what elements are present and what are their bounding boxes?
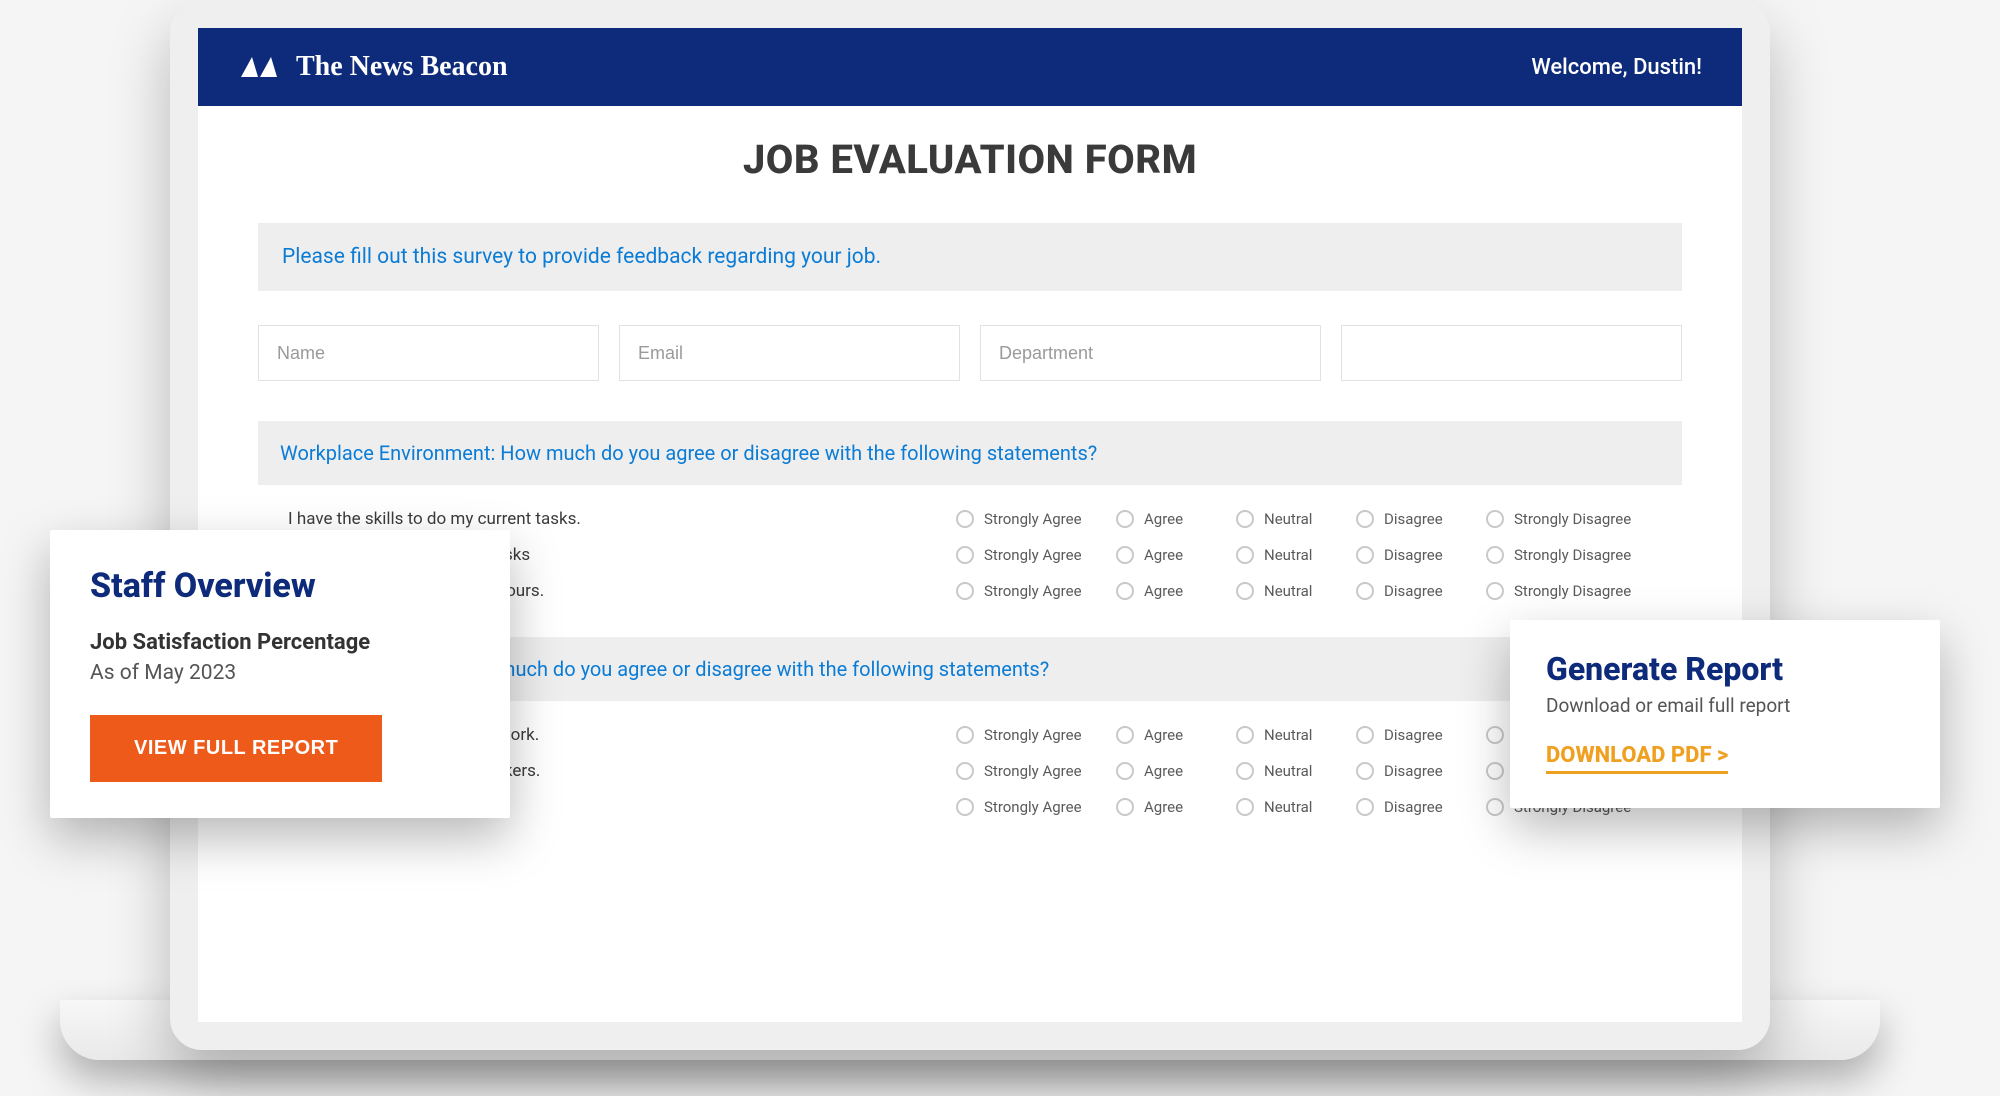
radio-option[interactable]: Strongly Agree (956, 546, 1116, 564)
staff-overview-title: Staff Overview (90, 566, 470, 606)
radio-icon (1236, 726, 1254, 744)
radio-option[interactable]: Strongly Disagree (1486, 582, 1676, 600)
radio-icon (956, 582, 974, 600)
radio-option[interactable]: Neutral (1236, 510, 1356, 528)
staff-overview-asof: As of May 2023 (90, 661, 470, 685)
generate-report-subtitle: Download or email full report (1546, 694, 1904, 717)
radio-option[interactable]: Neutral (1236, 582, 1356, 600)
radio-option[interactable]: Agree (1116, 546, 1236, 564)
section1-statement: I have the skills to do my current tasks… (288, 509, 956, 529)
radio-option[interactable]: Strongly Agree (956, 726, 1116, 744)
page-title: JOB EVALUATION FORM (258, 136, 1682, 183)
radio-icon (1356, 510, 1374, 528)
radio-icon (1116, 510, 1134, 528)
radio-option[interactable]: Disagree (1356, 510, 1486, 528)
radio-icon (1356, 726, 1374, 744)
radio-icon (1356, 798, 1374, 816)
radio-icon (1236, 546, 1254, 564)
radio-icon (1236, 510, 1254, 528)
radio-option[interactable]: Strongly Agree (956, 762, 1116, 780)
name-input[interactable] (258, 325, 599, 381)
radio-icon (1486, 726, 1504, 744)
radio-icon (1486, 546, 1504, 564)
generate-report-title: Generate Report (1546, 650, 1904, 688)
staff-overview-subtitle: Job Satisfaction Percentage (90, 630, 470, 655)
radio-icon (1236, 798, 1254, 816)
radio-icon (1116, 762, 1134, 780)
download-pdf-link[interactable]: DOWNLOAD PDF > (1546, 743, 1728, 774)
radio-icon (1486, 798, 1504, 816)
radio-option[interactable]: Neutral (1236, 726, 1356, 744)
radio-icon (1116, 798, 1134, 816)
radio-icon (956, 726, 974, 744)
view-full-report-button[interactable]: VIEW FULL REPORT (90, 715, 382, 782)
radio-icon (1486, 510, 1504, 528)
radio-icon (1236, 582, 1254, 600)
input-row (258, 325, 1682, 381)
section1-header: Workplace Environment: How much do you a… (258, 421, 1682, 485)
brand: The News Beacon (238, 51, 508, 83)
radio-icon (956, 546, 974, 564)
radio-icon (1236, 762, 1254, 780)
radio-option[interactable]: Strongly Disagree (1486, 546, 1676, 564)
radio-option[interactable]: Agree (1116, 726, 1236, 744)
radio-icon (956, 798, 974, 816)
radio-option[interactable]: Strongly Agree (956, 798, 1116, 816)
radio-icon (1486, 762, 1504, 780)
email-input[interactable] (619, 325, 960, 381)
brand-name: The News Beacon (296, 51, 508, 83)
brand-logo-icon (238, 52, 282, 82)
radio-option[interactable]: Neutral (1236, 546, 1356, 564)
radio-icon (1116, 582, 1134, 600)
generate-report-card: Generate Report Download or email full r… (1510, 620, 1940, 808)
radio-option[interactable]: Strongly Agree (956, 510, 1116, 528)
radio-icon (1356, 546, 1374, 564)
radio-option[interactable]: Neutral (1236, 762, 1356, 780)
radio-option[interactable]: Agree (1116, 798, 1236, 816)
radio-option[interactable]: Disagree (1356, 726, 1486, 744)
radio-option[interactable]: Neutral (1236, 798, 1356, 816)
radio-option[interactable]: Agree (1116, 762, 1236, 780)
laptop-frame: The News Beacon Welcome, Dustin! JOB EVA… (170, 0, 1770, 1050)
radio-icon (956, 510, 974, 528)
radio-option[interactable]: Disagree (1356, 798, 1486, 816)
radio-option[interactable]: Disagree (1356, 582, 1486, 600)
radio-option[interactable]: Agree (1116, 582, 1236, 600)
extra-input[interactable] (1341, 325, 1682, 381)
app-screen: The News Beacon Welcome, Dustin! JOB EVA… (198, 28, 1742, 1022)
radio-icon (956, 762, 974, 780)
department-input[interactable] (980, 325, 1321, 381)
intro-banner: Please fill out this survey to provide f… (258, 223, 1682, 291)
radio-option[interactable]: Disagree (1356, 762, 1486, 780)
radio-option[interactable]: Agree (1116, 510, 1236, 528)
radio-icon (1116, 546, 1134, 564)
radio-icon (1486, 582, 1504, 600)
radio-option[interactable]: Strongly Agree (956, 582, 1116, 600)
radio-option[interactable]: Disagree (1356, 546, 1486, 564)
radio-icon (1356, 582, 1374, 600)
staff-overview-card: Staff Overview Job Satisfaction Percenta… (50, 530, 510, 818)
radio-icon (1356, 762, 1374, 780)
app-header: The News Beacon Welcome, Dustin! (198, 28, 1742, 106)
radio-option[interactable]: Strongly Disagree (1486, 510, 1676, 528)
radio-icon (1116, 726, 1134, 744)
welcome-text: Welcome, Dustin! (1531, 55, 1702, 80)
